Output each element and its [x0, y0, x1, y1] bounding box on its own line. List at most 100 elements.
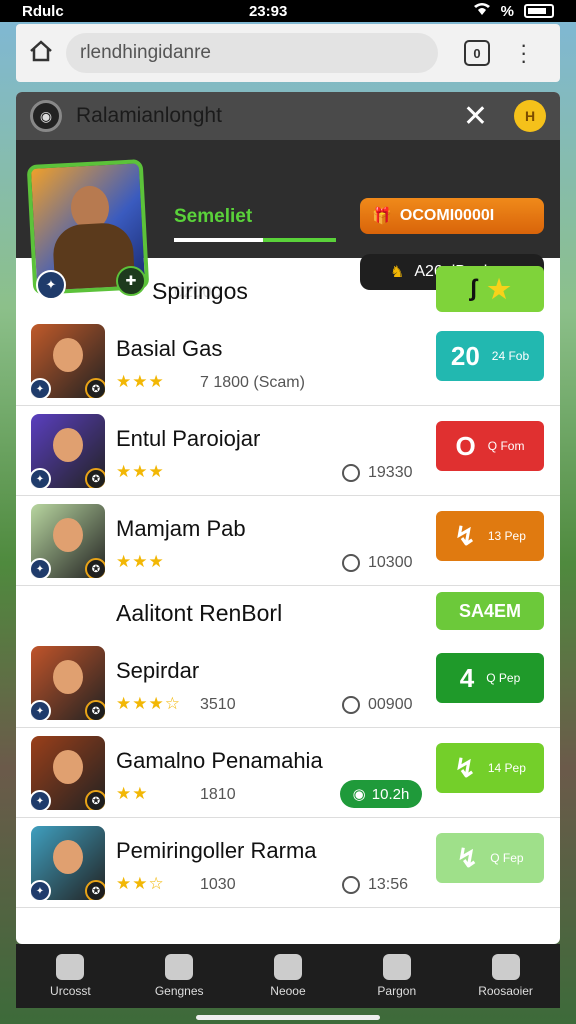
- item-title: Gamalno Penamahia: [116, 748, 323, 773]
- level-label: Semeliet: [174, 206, 253, 227]
- signal-text: %: [500, 2, 514, 20]
- item-stat-value: 00900: [368, 696, 413, 713]
- camel-icon: [165, 954, 194, 980]
- play-button[interactable]: ↯ Q Fep: [436, 833, 544, 883]
- play-button[interactable]: ↯ 13 Pep: [436, 511, 544, 561]
- rank-badge-icon: ✦: [31, 468, 51, 488]
- home-icon[interactable]: [28, 39, 54, 68]
- item-title: Basial Gas: [116, 336, 223, 361]
- url-field[interactable]: rlendhingidanre: [66, 33, 438, 73]
- rank-badge-icon: ✦: [31, 378, 51, 398]
- item-stat: 10300: [342, 554, 413, 572]
- item-stat: 13:56: [342, 876, 408, 894]
- play-button[interactable]: O Q Fom: [436, 421, 544, 471]
- nav-item-2[interactable]: Neooe: [238, 954, 338, 998]
- medal-icon: ✪: [85, 790, 105, 810]
- play-button[interactable]: 20 24 Fob: [436, 331, 544, 381]
- section-label: Aalitont RenBorl: [116, 600, 283, 626]
- play-button-value: ↯: [454, 520, 476, 551]
- nav-item-1[interactable]: Gengnes: [129, 954, 229, 998]
- gift-icon: 🎁: [372, 208, 392, 225]
- play-button[interactable]: ↯ 14 Pep: [436, 743, 544, 793]
- game-thumbnail[interactable]: ✦ ✪: [31, 646, 105, 720]
- list-item[interactable]: ✦ ✪ Mamjam Pab ★★★ 10300 ↯ 13 Pep: [16, 496, 560, 586]
- home-indicator[interactable]: [196, 1015, 380, 1020]
- play-button-sub: 14 Pep: [487, 760, 526, 775]
- list-item[interactable]: ✦ ✪ Pemiringoller Rarma ★★☆ 1030 13:56 ↯ Q Fep: [16, 818, 560, 908]
- play-button[interactable]: 4 Q Pep: [436, 653, 544, 703]
- play-button-value: ↯: [456, 842, 479, 873]
- close-icon[interactable]: ✕: [463, 99, 488, 134]
- clock-icon: [342, 876, 360, 894]
- section-header: Spiringos ʃ ★: [16, 258, 560, 316]
- player-header: ✦ ✚ Semeliet Pemi Gant 02000 🎁 OCOMI0000…: [16, 140, 560, 301]
- thumbnail-face: [53, 518, 83, 552]
- item-meta: 1030: [200, 876, 236, 893]
- menu-kebab-icon[interactable]: · · ·: [520, 34, 527, 72]
- nav-label: Urcosst: [50, 984, 91, 998]
- medal-icon: ✪: [85, 700, 105, 720]
- rank-badge-icon: ✦: [31, 790, 51, 810]
- rank-badge-icon: ✦: [31, 700, 51, 720]
- list-item[interactable]: ✦ ✪ Gamalno Penamahia ★★ 1810 ◉ 10.2h ↯ 14 Pep: [16, 728, 560, 818]
- timer-value: 10.2h: [371, 785, 410, 803]
- item-meta: 3510: [200, 696, 236, 713]
- shop-button[interactable]: 🎁 OCOMI0000I: [360, 198, 544, 234]
- star-rating: ★★★: [116, 372, 165, 391]
- app-logo-icon: ◉: [30, 100, 62, 132]
- star-rating: ★★★☆: [116, 694, 181, 713]
- clock-icon: [342, 696, 360, 714]
- game-list: Spiringos ʃ ★ ✦ ✪ Basial Gas ★★★ 7 1800 (Sca…: [16, 258, 560, 908]
- wifi-icon: [473, 2, 491, 20]
- user-circle-icon: [273, 954, 302, 980]
- url-text: rlendhingidanre: [80, 42, 211, 63]
- bottom-nav: Urcosst Gengnes Neooe Pargon Roosaoier: [16, 944, 560, 1008]
- game-thumbnail[interactable]: ✦ ✪: [31, 414, 105, 488]
- status-icons: %: [473, 2, 554, 20]
- nav-item-0[interactable]: Urcosst: [20, 954, 120, 998]
- star-rating: ★★: [116, 784, 149, 803]
- item-stat: 00900: [342, 696, 413, 714]
- lightning-icon: ʃ: [469, 275, 478, 302]
- item-title: Mamjam Pab: [116, 516, 246, 541]
- thumbnail-face: [53, 428, 83, 462]
- medal-icon: ✪: [85, 880, 105, 900]
- item-stat-value: 10300: [368, 554, 413, 571]
- xp-progress-bar: [174, 238, 336, 242]
- game-thumbnail[interactable]: ✦ ✪: [31, 324, 105, 398]
- tab-switcher-button[interactable]: 0: [464, 40, 490, 66]
- timer-chip: ◉ 10.2h: [340, 780, 422, 808]
- coin-icon[interactable]: H: [514, 100, 546, 132]
- clock-icon: [342, 554, 360, 572]
- game-thumbnail[interactable]: ✦ ✪: [31, 736, 105, 810]
- section-action-button[interactable]: SA4EM: [436, 592, 544, 630]
- panel-title: Ralamianlonght: [76, 104, 222, 127]
- game-thumbnail[interactable]: ✦ ✪: [31, 504, 105, 578]
- battery-icon: [523, 4, 554, 18]
- timer-icon: ◉: [352, 786, 366, 803]
- clock-icon: [342, 464, 360, 482]
- medal-icon: ✪: [85, 468, 105, 488]
- item-stat-value: 19330: [368, 464, 413, 481]
- section-header: Aalitont RenBorl SA4EM: [16, 586, 560, 638]
- list-item[interactable]: ✦ ✪ Basial Gas ★★★ 7 1800 (Scam) 20 24 Fob: [16, 316, 560, 406]
- thumbnail-face: [53, 660, 83, 694]
- nav-item-4[interactable]: Roosaoier: [456, 954, 556, 998]
- list-item[interactable]: ✦ ✪ Entul Paroiojar ★★★ 19330 O Q Fom: [16, 406, 560, 496]
- shop-label: OCOMI0000I: [399, 207, 495, 224]
- item-title: Sepirdar: [116, 658, 200, 683]
- thumbnail-face: [53, 840, 83, 874]
- medal-icon: ✪: [85, 378, 105, 398]
- nav-item-3[interactable]: Pargon: [347, 954, 447, 998]
- medal-icon: ✪: [85, 558, 105, 578]
- star-icon: ★: [487, 273, 511, 304]
- game-thumbnail[interactable]: ✦ ✪: [31, 826, 105, 900]
- play-button-sub: 24 Fob: [491, 348, 530, 363]
- nav-label: Roosaoier: [478, 984, 533, 998]
- item-meta: 1810: [200, 786, 236, 803]
- nav-label: Pargon: [377, 984, 417, 998]
- list-item[interactable]: ✦ ✪ Sepirdar ★★★☆ 3510 00900 4 Q Pep: [16, 638, 560, 728]
- section-action-button[interactable]: ʃ ★: [436, 266, 544, 312]
- clock: 23:93: [248, 2, 288, 20]
- play-button-value: 20: [450, 340, 480, 371]
